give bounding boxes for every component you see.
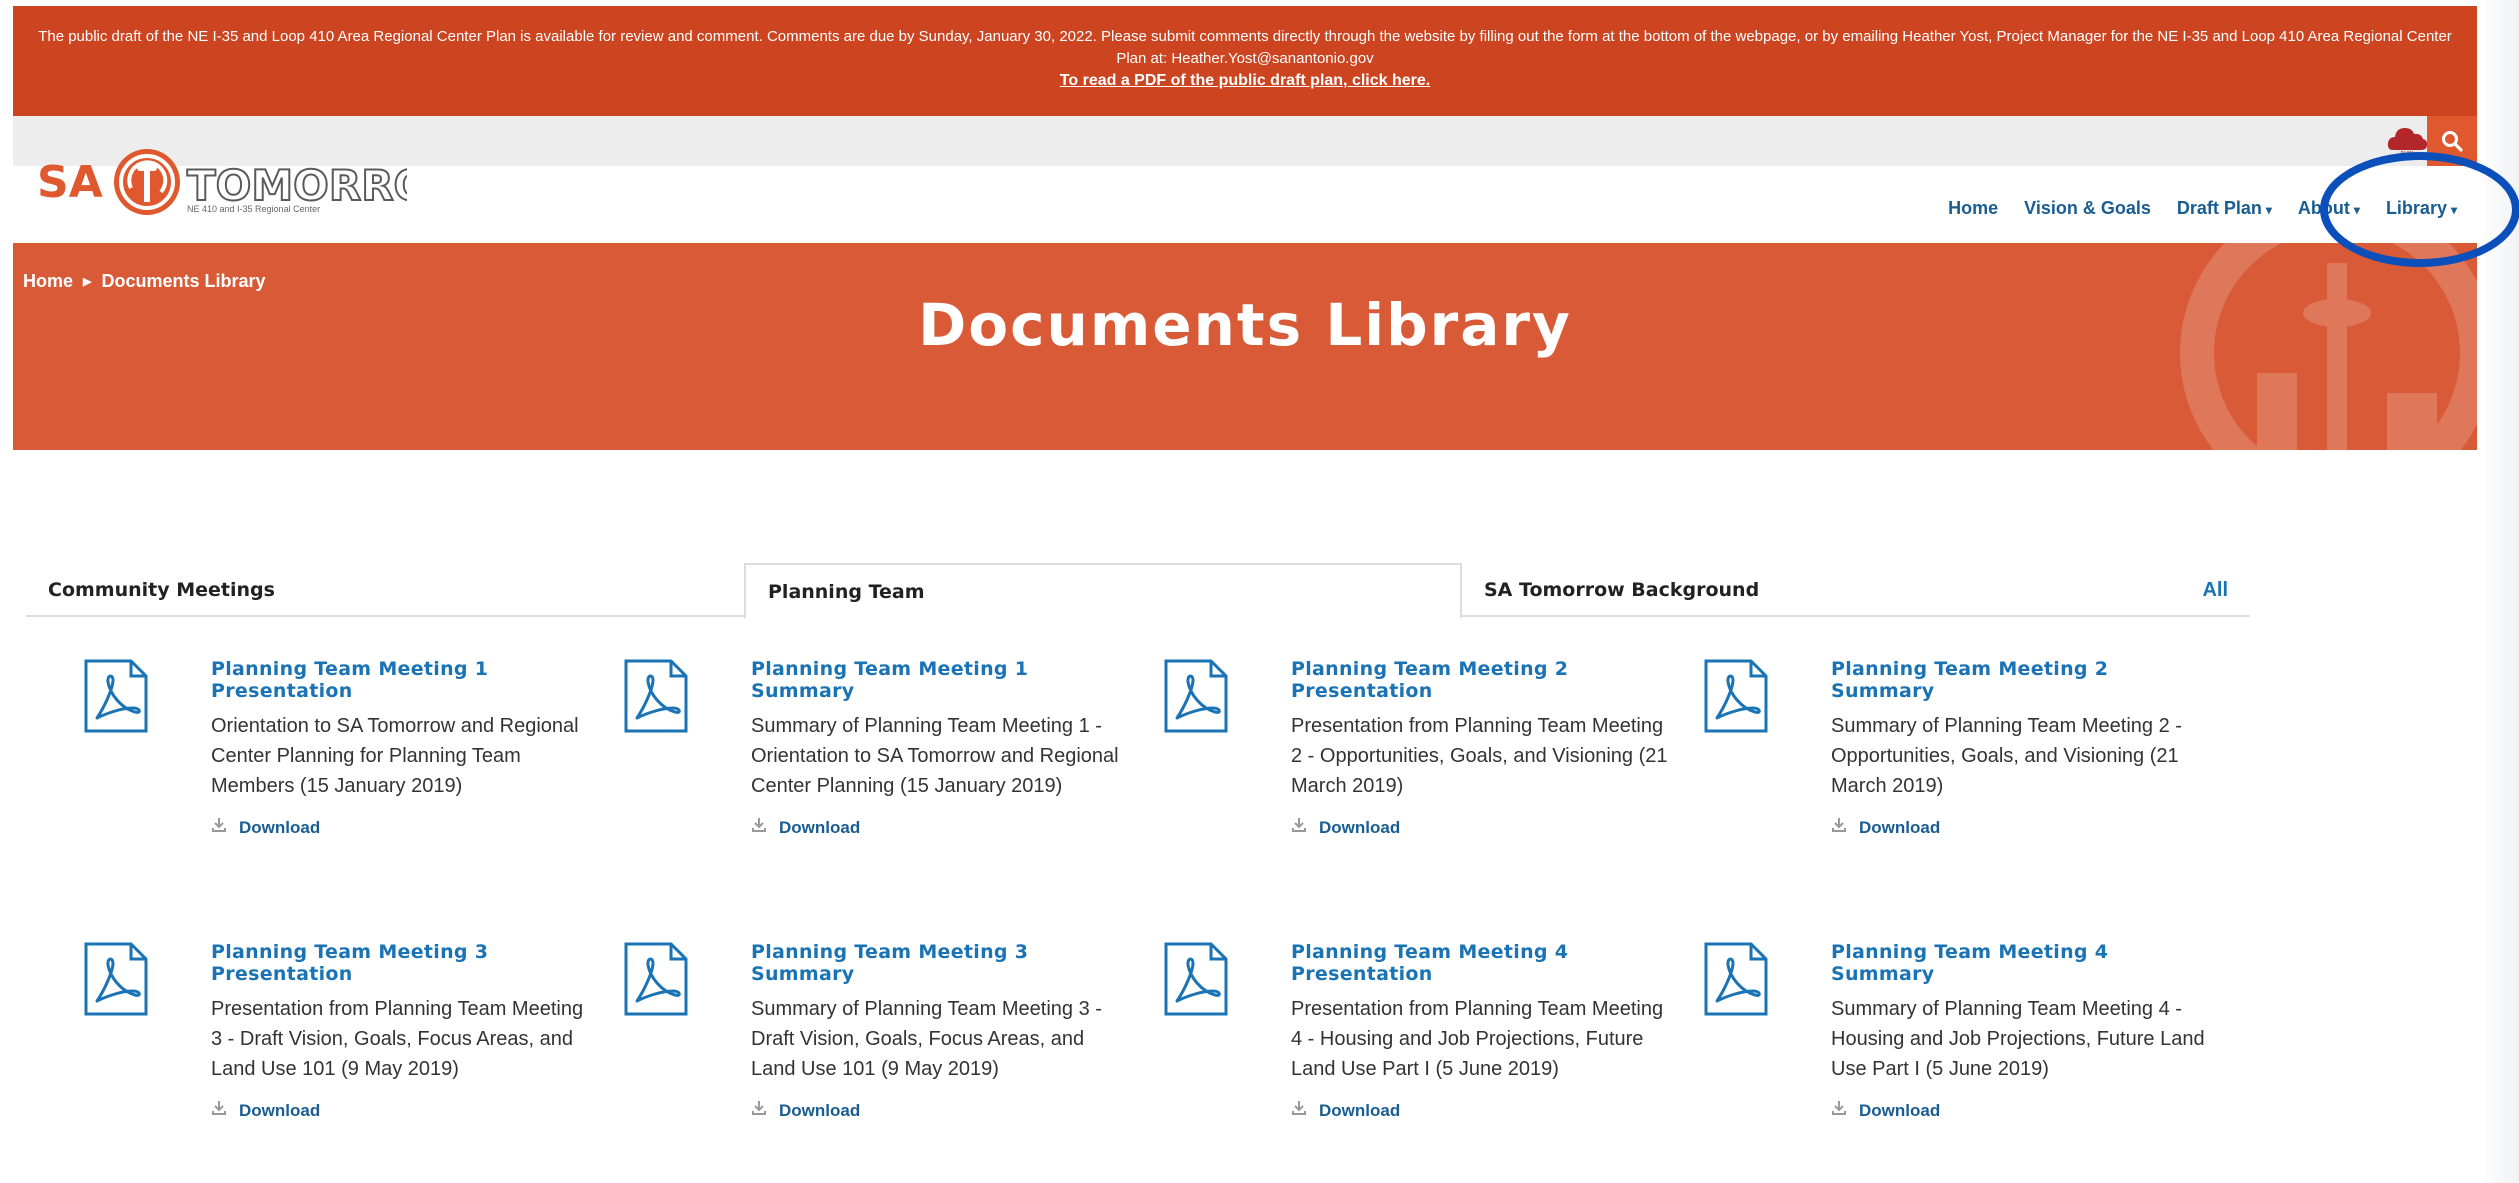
- document-description: Presentation from Planning Team Meeting …: [1291, 998, 1664, 1080]
- document-body: Planning Team Meeting 2 Summary Summary o…: [1831, 658, 2211, 838]
- nav-vision-goals[interactable]: Vision & Goals: [2024, 198, 2151, 219]
- chevron-down-icon: ▾: [2265, 203, 2272, 217]
- download-label: Download: [1859, 1100, 1941, 1120]
- download-link[interactable]: Download: [751, 817, 1131, 838]
- download-label: Download: [1859, 817, 1941, 837]
- page-banner: Home ▶ Documents Library Documents Libra…: [13, 243, 2477, 450]
- pdf-file-icon[interactable]: [623, 658, 689, 734]
- document-description: Summary of Planning Team Meeting 4 - Hou…: [1831, 998, 2205, 1080]
- download-icon: [1291, 1100, 1307, 1121]
- nav-draft-plan[interactable]: Draft Plan ▾: [2177, 198, 2272, 219]
- document-description: Presentation from Planning Team Meeting …: [1291, 715, 1668, 797]
- document-title[interactable]: Planning Team Meeting 2 Presentation: [1291, 658, 1671, 702]
- download-label: Download: [239, 817, 321, 837]
- tab-all[interactable]: All: [2202, 563, 2228, 617]
- pdf-file-icon[interactable]: [83, 941, 149, 1017]
- download-label: Download: [779, 1100, 861, 1120]
- document-body: Planning Team Meeting 3 Summary Summary o…: [751, 941, 1131, 1121]
- download-link[interactable]: Download: [1831, 1100, 2211, 1121]
- download-icon: [1831, 1100, 1847, 1121]
- search-icon: [2442, 131, 2463, 152]
- document-body: Planning Team Meeting 4 Summary Summary o…: [1831, 941, 2211, 1121]
- download-link[interactable]: Download: [751, 1100, 1131, 1121]
- tab-community-meetings[interactable]: Community Meetings: [26, 563, 744, 617]
- svg-text:SA: SA: [37, 157, 103, 208]
- breadcrumb: Home ▶ Documents Library: [23, 271, 266, 292]
- download-icon: [211, 1100, 227, 1121]
- document-description: Summary of Planning Team Meeting 1 - Ori…: [751, 715, 1119, 797]
- breadcrumb-current: Documents Library: [101, 271, 266, 291]
- download-link[interactable]: Download: [1291, 817, 1671, 838]
- tab-planning-team[interactable]: Planning Team: [744, 563, 1462, 619]
- library-tabs: Community Meetings Planning Team SA Tomo…: [26, 563, 2250, 619]
- download-label: Download: [779, 817, 861, 837]
- pdf-file-icon[interactable]: [1163, 658, 1229, 734]
- document-body: Planning Team Meeting 4 Presentation Pres…: [1291, 941, 1671, 1121]
- download-label: Download: [1319, 1100, 1401, 1120]
- download-link[interactable]: Download: [1831, 817, 2211, 838]
- tab-sa-tomorrow-background[interactable]: SA Tomorrow Background: [1462, 563, 2062, 617]
- download-link[interactable]: Download: [211, 817, 591, 838]
- document-title[interactable]: Planning Team Meeting 1 Summary: [751, 658, 1131, 702]
- site-header: SA TOMORROW NE 410 and I-35 Regional Cen…: [13, 149, 2477, 243]
- nav-home[interactable]: Home: [1948, 198, 1998, 219]
- pdf-file-icon[interactable]: [623, 941, 689, 1017]
- document-title[interactable]: Planning Team Meeting 4 Presentation: [1291, 941, 1671, 985]
- pdf-file-icon[interactable]: [83, 658, 149, 734]
- document-title[interactable]: Planning Team Meeting 3 Summary: [751, 941, 1131, 985]
- document-body: Planning Team Meeting 1 Presentation Orie…: [211, 658, 591, 838]
- pdf-file-icon[interactable]: [1163, 941, 1229, 1017]
- download-icon: [1291, 817, 1307, 838]
- download-label: Download: [239, 1100, 321, 1120]
- document-body: Planning Team Meeting 2 Presentation Pres…: [1291, 658, 1671, 838]
- document-title[interactable]: Planning Team Meeting 2 Summary: [1831, 658, 2211, 702]
- annotation-circle: [2320, 152, 2519, 267]
- download-link[interactable]: Download: [211, 1100, 591, 1121]
- download-icon: [751, 817, 767, 838]
- breadcrumb-home[interactable]: Home: [23, 271, 73, 292]
- download-icon: [211, 817, 227, 838]
- download-label: Download: [1319, 817, 1401, 837]
- pdf-file-icon[interactable]: [1703, 941, 1769, 1017]
- document-title[interactable]: Planning Team Meeting 1 Presentation: [211, 658, 591, 702]
- download-icon: [751, 1100, 767, 1121]
- page-title: Documents Library: [918, 291, 1572, 359]
- svg-text:NE 410 and I-35 Regional Cente: NE 410 and I-35 Regional Center: [187, 204, 320, 214]
- document-title[interactable]: Planning Team Meeting 4 Summary: [1831, 941, 2211, 985]
- caret-right-icon: ▶: [83, 276, 92, 288]
- pdf-file-icon[interactable]: [1703, 658, 1769, 734]
- document-description: Orientation to SA Tomorrow and Regional …: [211, 715, 579, 797]
- svg-text:TOMORROW: TOMORROW: [187, 161, 407, 210]
- document-body: Planning Team Meeting 1 Summary Summary o…: [751, 658, 1131, 838]
- page: The public draft of the NE I-35 and Loop…: [0, 0, 2519, 1183]
- document-title[interactable]: Planning Team Meeting 3 Presentation: [211, 941, 591, 985]
- download-link[interactable]: Download: [1291, 1100, 1671, 1121]
- download-icon: [1831, 817, 1847, 838]
- announcement-bar: The public draft of the NE I-35 and Loop…: [13, 6, 2477, 116]
- draft-plan-pdf-link[interactable]: To read a PDF of the public draft plan, …: [1060, 70, 1430, 92]
- document-description: Summary of Planning Team Meeting 2 - Opp…: [1831, 715, 2182, 797]
- sa-tomorrow-logo[interactable]: SA TOMORROW NE 410 and I-35 Regional Cen…: [37, 142, 477, 222]
- document-description: Presentation from Planning Team Meeting …: [211, 998, 584, 1080]
- document-description: Summary of Planning Team Meeting 3 - Dra…: [751, 998, 1102, 1080]
- document-body: Planning Team Meeting 3 Presentation Pres…: [211, 941, 591, 1121]
- announcement-text: The public draft of the NE I-35 and Loop…: [38, 28, 2452, 67]
